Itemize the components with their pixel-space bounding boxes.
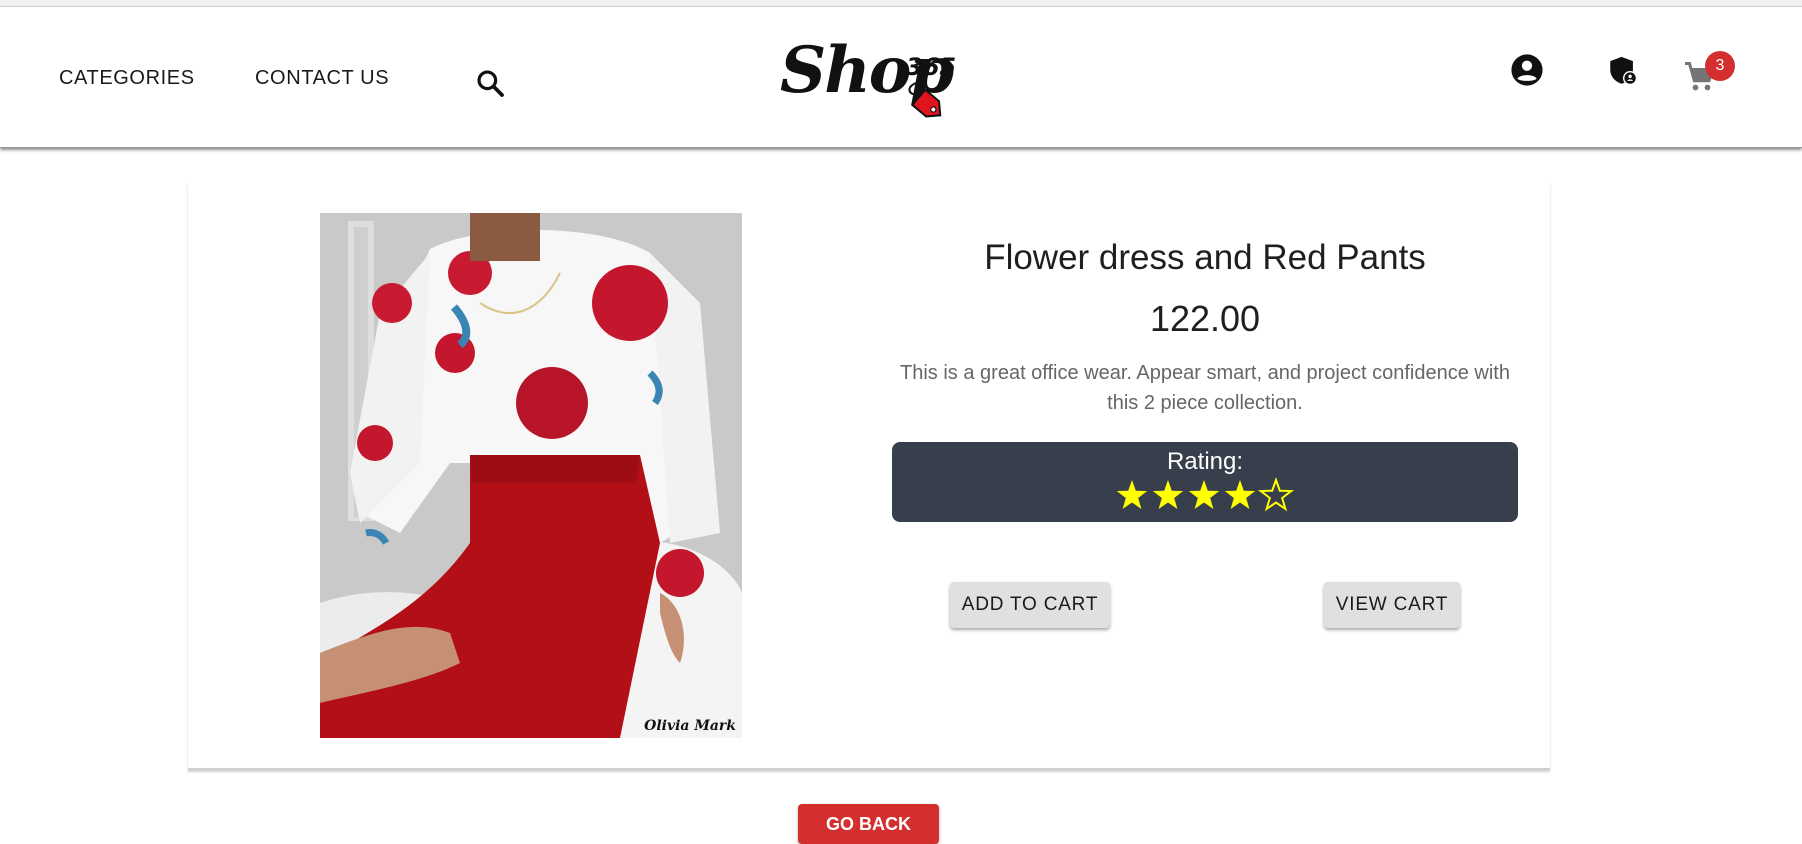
image-watermark: Olivia Mark [644,718,736,734]
star-icon [1188,480,1220,509]
add-to-cart-button[interactable]: ADD TO CART [950,582,1110,628]
search-icon [477,70,504,97]
star-icon [1152,480,1184,509]
star-icon [1224,480,1256,509]
go-back-button[interactable]: GO BACK [798,804,939,844]
nav-categories[interactable]: CATEGORIES [59,67,195,90]
product-photo [320,213,742,738]
logo-number: 365 [906,53,957,81]
account-button[interactable] [1510,53,1544,87]
product-image: Olivia Mark [320,213,742,738]
site-logo[interactable]: Shop 365 [778,29,958,129]
view-cart-button[interactable]: VIEW CART [1324,582,1460,628]
search-button[interactable] [474,67,506,99]
rating-stars [1116,477,1295,512]
product-title: Flower dress and Red Pants [984,238,1426,277]
star-icon [1116,480,1148,509]
rating-label: Rating: [1166,448,1244,475]
nav-contact-us[interactable]: CONTACT US [255,67,389,90]
price-tag-icon [908,82,942,118]
browser-top-strip [0,0,1802,7]
admin-button[interactable] [1606,54,1640,88]
product-description: This is a great office wear. Appear smar… [900,362,1510,414]
star-outline-icon [1257,477,1295,512]
rating-panel: Rating: [892,442,1518,522]
admin-shield-icon [1610,56,1638,86]
account-circle-icon [1511,54,1543,86]
site-header: CATEGORIES CONTACT US Shop 365 3 [0,7,1802,148]
cart-count-badge: 3 [1705,51,1735,81]
product-price: 122.00 [1149,298,1261,339]
